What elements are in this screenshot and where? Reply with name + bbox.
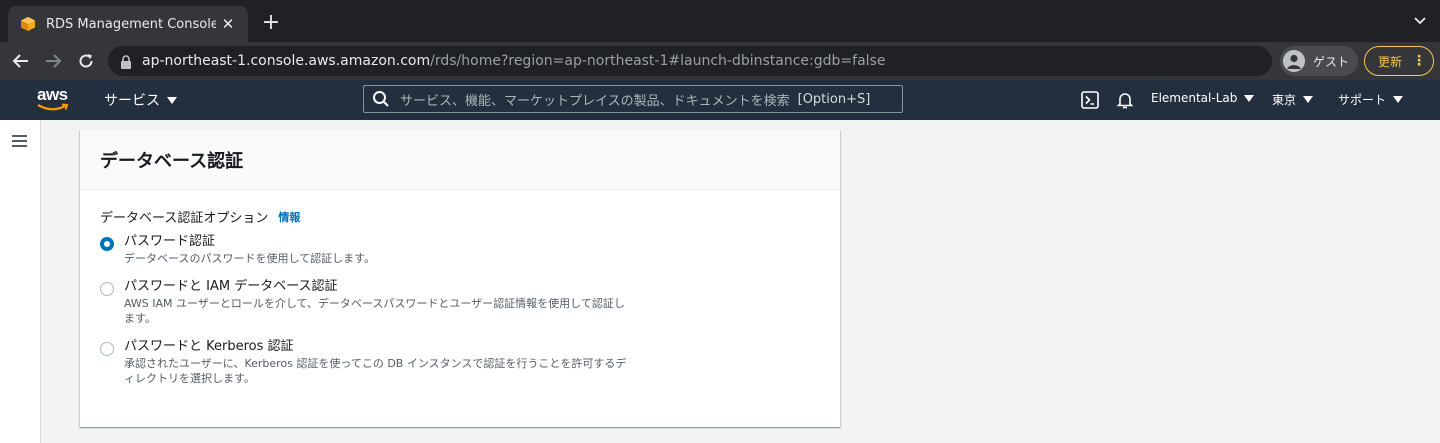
search-icon: [372, 90, 390, 108]
radio-option-description: AWS IAM ユーザーとロールを介して、データベースパスワードとユーザー認証情…: [124, 297, 625, 325]
radio-button[interactable]: [100, 282, 114, 296]
browser-tab-bar: RDS Management Console ✕ +: [0, 0, 1440, 42]
url-host: ap-northeast-1.console.aws.amazon.com: [142, 53, 431, 69]
account-label: Elemental-Lab: [1151, 91, 1238, 105]
search-placeholder: サービス、機能、マーケットプレイスの製品、ドキュメントを検索: [400, 93, 790, 109]
avatar-icon: [1283, 50, 1305, 72]
url-path: /rds/home?region=ap-northeast-1#launch-d…: [430, 53, 886, 69]
tab-title: RDS Management Console: [46, 16, 216, 32]
support-label: サポート: [1338, 93, 1387, 107]
cloudshell-icon[interactable]: [1080, 90, 1100, 110]
address-bar[interactable]: ap-northeast-1.console.aws.amazon.com/rd…: [108, 46, 1272, 76]
sidebar: [0, 120, 41, 443]
panel-header: データベース認証: [80, 130, 840, 190]
hamburger-menu-icon[interactable]: [12, 135, 27, 147]
services-label: サービス: [104, 93, 160, 109]
region-menu[interactable]: 東京: [1272, 91, 1314, 108]
back-arrow-icon[interactable]: [9, 49, 33, 73]
more-vertical-icon: ⋮: [1412, 53, 1427, 69]
reload-icon[interactable]: [74, 49, 98, 73]
aws-logo[interactable]: aws: [36, 85, 70, 114]
caret-down-icon: [1303, 96, 1314, 103]
radio-option-description: 承認されたユーザーに、Kerberos 認証を使ってこの DB インスタンスで認…: [124, 357, 627, 385]
update-label: 更新: [1378, 54, 1403, 69]
lock-icon: [120, 54, 132, 69]
database-auth-panel: データベース認証 データベース認証オプション 情報 パスワード認証 データベース…: [80, 130, 840, 427]
update-button[interactable]: 更新 ⋮: [1364, 46, 1434, 76]
services-menu[interactable]: サービス: [104, 90, 177, 110]
search-input[interactable]: サービス、機能、マーケットプレイスの製品、ドキュメントを検索 [Option+S…: [363, 85, 903, 113]
profile-button[interactable]: ゲスト: [1280, 46, 1358, 76]
radio-option-description: データベースのパスワードを使用して認証します。: [124, 252, 376, 265]
radio-option-title: パスワードと Kerberos 認証: [124, 339, 294, 354]
field-label-row: データベース認証オプション 情報: [100, 207, 300, 227]
browser-tab[interactable]: RDS Management Console ✕: [8, 6, 248, 42]
radio-button[interactable]: [100, 342, 114, 356]
account-menu[interactable]: Elemental-Lab: [1151, 91, 1255, 105]
aws-logo-text: aws: [37, 85, 68, 104]
radio-option-title: パスワードと IAM データベース認証: [124, 279, 338, 294]
close-tab-icon[interactable]: ✕: [216, 15, 240, 33]
aws-top-nav: aws サービス サービス、機能、マーケットプレイスの製品、ドキュメントを検索 …: [0, 80, 1440, 120]
field-label: データベース認証オプション: [100, 211, 269, 226]
search-shortcut: [Option+S]: [797, 91, 871, 107]
info-link[interactable]: 情報: [278, 209, 300, 225]
new-tab-icon[interactable]: +: [258, 10, 284, 36]
rds-favicon-icon: [20, 16, 36, 32]
bell-icon[interactable]: [1115, 90, 1135, 110]
radio-button-checked[interactable]: [100, 237, 114, 251]
radio-option-title: パスワード認証: [124, 234, 216, 249]
radio-option-password-iam[interactable]: パスワードと IAM データベース認証 AWS IAM ユーザーとロールを介して…: [100, 278, 634, 326]
radio-option-password[interactable]: パスワード認証 データベースのパスワードを使用して認証します。: [100, 233, 634, 266]
forward-arrow-icon[interactable]: [41, 49, 65, 73]
support-menu[interactable]: サポート: [1338, 91, 1404, 108]
browser-toolbar: ap-northeast-1.console.aws.amazon.com/rd…: [0, 42, 1440, 80]
radio-option-password-kerberos[interactable]: パスワードと Kerberos 認証 承認されたユーザーに、Kerberos 認…: [100, 338, 634, 386]
caret-down-icon: [1393, 96, 1404, 103]
caret-down-icon: [1244, 94, 1255, 102]
panel-title: データベース認証: [100, 150, 244, 172]
aws-smile-icon: [37, 103, 69, 111]
tab-search-chevron-icon[interactable]: [1412, 12, 1428, 28]
region-label: 東京: [1272, 93, 1297, 107]
profile-label: ゲスト: [1313, 54, 1350, 69]
caret-down-icon: [167, 96, 177, 104]
